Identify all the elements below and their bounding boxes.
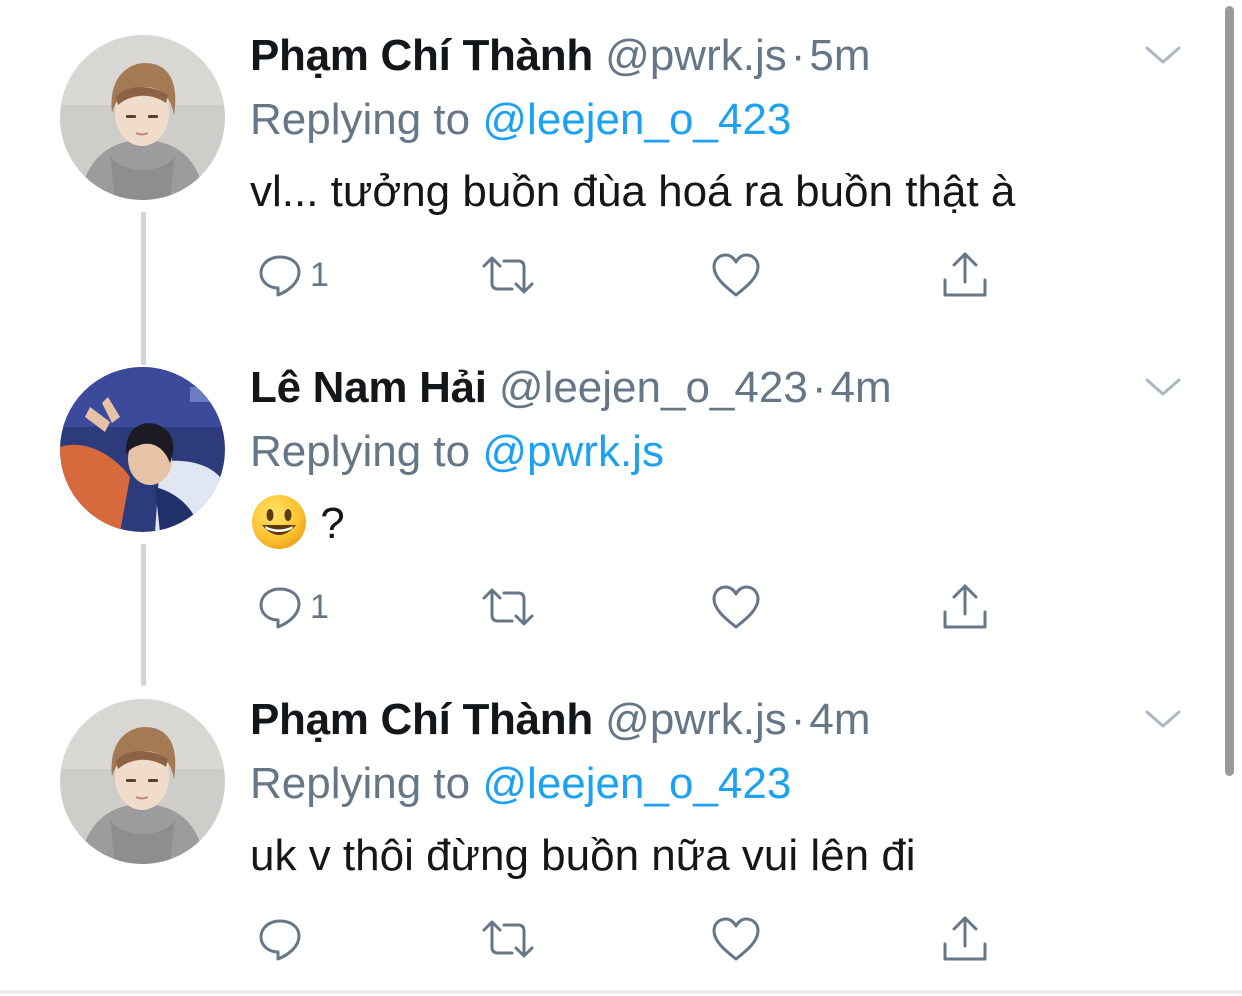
display-name[interactable]: Phạm Chí Thành xyxy=(250,695,593,744)
user-handle[interactable]: @leejen_o_423 xyxy=(499,363,808,412)
mention-link[interactable]: @pwrk.js xyxy=(482,427,664,476)
replying-to-line: Replying to @pwrk.js xyxy=(250,424,664,480)
replying-prefix: Replying to xyxy=(250,427,471,476)
mention-link[interactable]: @leejen_o_423 xyxy=(482,759,791,808)
replying-to-line: Replying to @leejen_o_423 xyxy=(250,756,791,812)
reply-count: 1 xyxy=(310,587,329,626)
tweet-actions: 1 xyxy=(250,245,1010,305)
vertical-scrollbar[interactable] xyxy=(1225,6,1234,776)
heart-icon xyxy=(712,585,760,629)
tweet-header: Phạm Chí Thành @pwrk.js·4m xyxy=(250,692,871,748)
replying-prefix: Replying to xyxy=(250,95,471,144)
reply-icon xyxy=(259,919,301,961)
avatar[interactable] xyxy=(60,35,225,200)
share-button[interactable] xyxy=(940,245,990,305)
reply-button[interactable]: 1 xyxy=(256,577,329,637)
tweet-actions: 1 xyxy=(250,577,1010,637)
display-name[interactable]: Phạm Chí Thành xyxy=(250,31,593,80)
tweet-header: Lê Nam Hải @leejen_o_423·4m xyxy=(250,360,892,416)
like-button[interactable] xyxy=(710,245,762,305)
avatar-blue-jacket-image xyxy=(60,367,225,532)
separator-dot: · xyxy=(790,695,806,744)
tweet-2[interactable]: Lê Nam Hải @leejen_o_423·4m Replying to … xyxy=(0,330,1225,686)
more-options-button[interactable] xyxy=(1143,372,1183,402)
retweet-button[interactable] xyxy=(480,245,536,305)
tweet-3[interactable]: Phạm Chí Thành @pwrk.js·4m Replying to @… xyxy=(0,662,1225,996)
user-handle[interactable]: @pwrk.js xyxy=(605,695,787,744)
retweet-button[interactable] xyxy=(480,577,536,637)
share-icon xyxy=(943,252,987,297)
reply-button[interactable]: 1 xyxy=(256,245,329,305)
separator-dot: · xyxy=(811,363,827,412)
tweet-1[interactable]: Phạm Chí Thành @pwrk.js·5m Replying to @… xyxy=(0,0,1225,354)
tweet-actions xyxy=(250,909,1010,969)
reply-icon xyxy=(259,255,301,297)
share-icon xyxy=(943,916,987,961)
separator-dot: · xyxy=(790,31,806,80)
like-button[interactable] xyxy=(710,909,762,969)
display-name[interactable]: Lê Nam Hải xyxy=(250,363,487,412)
avatar[interactable] xyxy=(60,699,225,864)
heart-icon xyxy=(712,253,760,297)
reply-button[interactable] xyxy=(256,909,310,969)
like-button[interactable] xyxy=(710,577,762,637)
replying-to-line: Replying to @leejen_o_423 xyxy=(250,92,791,148)
divider xyxy=(0,990,1242,994)
share-button[interactable] xyxy=(940,577,990,637)
retweet-icon xyxy=(482,588,534,626)
retweet-icon xyxy=(482,920,534,958)
tweet-text: ? xyxy=(250,494,345,555)
timestamp[interactable]: 4m xyxy=(809,695,870,744)
avatar-boy-hoodie-image xyxy=(60,699,225,864)
tweet-text-content: ? xyxy=(320,499,345,548)
user-handle[interactable]: @pwrk.js xyxy=(605,31,787,80)
thread-line xyxy=(141,662,146,684)
share-button[interactable] xyxy=(940,909,990,969)
reply-icon xyxy=(259,587,301,629)
more-options-button[interactable] xyxy=(1143,40,1183,70)
smiley-emoji-icon xyxy=(250,493,308,551)
retweet-button[interactable] xyxy=(480,909,536,969)
share-icon xyxy=(943,584,987,629)
chevron-down-icon xyxy=(1145,378,1181,396)
chevron-down-icon xyxy=(1145,46,1181,64)
retweet-icon xyxy=(482,256,534,294)
tweet-header: Phạm Chí Thành @pwrk.js·5m xyxy=(250,28,871,84)
replying-prefix: Replying to xyxy=(250,759,471,808)
timestamp[interactable]: 4m xyxy=(830,363,891,412)
avatar-boy-hoodie-image xyxy=(60,35,225,200)
timestamp[interactable]: 5m xyxy=(809,31,870,80)
reply-count: 1 xyxy=(310,255,329,294)
avatar[interactable] xyxy=(60,367,225,532)
mention-link[interactable]: @leejen_o_423 xyxy=(482,95,791,144)
more-options-button[interactable] xyxy=(1143,704,1183,734)
thread-line xyxy=(141,330,146,365)
heart-icon xyxy=(712,917,760,961)
tweet-text: uk v thôi đừng buồn nữa vui lên đi xyxy=(250,831,916,880)
tweet-text: vl... tưởng buồn đùa hoá ra buồn thật à xyxy=(250,167,1016,216)
chevron-down-icon xyxy=(1145,710,1181,728)
